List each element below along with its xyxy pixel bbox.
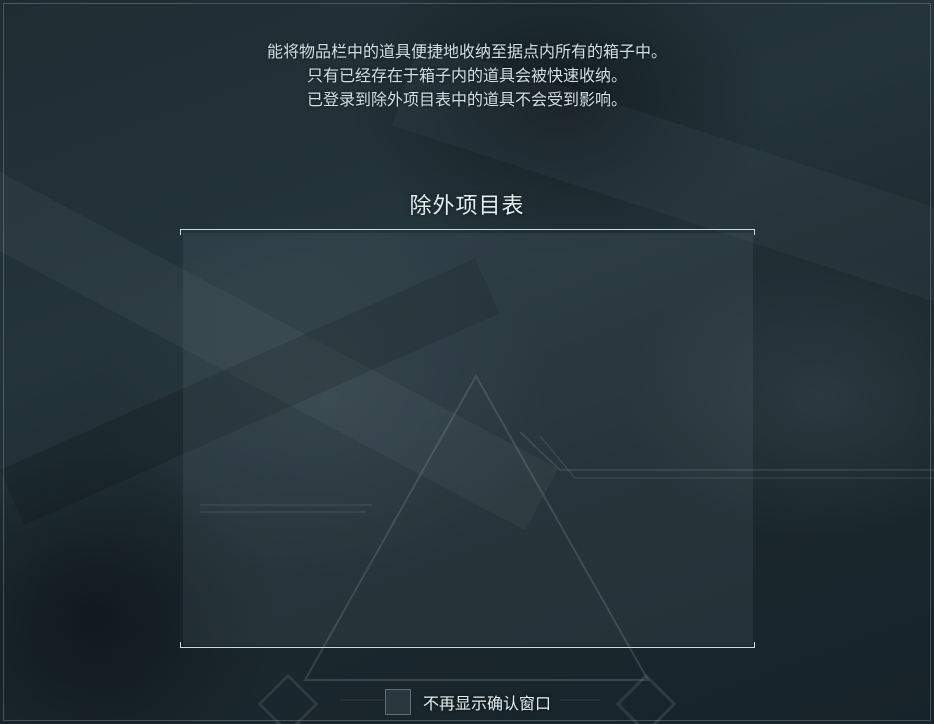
dont-show-again-label[interactable]: 不再显示确认窗口 (423, 690, 551, 714)
panel-bracket-top (180, 229, 755, 235)
description-line-2: 只有已经存在于箱子内的道具会被快速收纳。 (306, 66, 627, 85)
description-line-1: 能将物品栏中的道具便捷地收纳至据点内所有的箱子中。 (266, 42, 667, 61)
exclusion-list-panel[interactable] (183, 233, 753, 646)
description-line-3: 已登录到除外项目表中的道具不会受到影响。 (306, 90, 627, 109)
exclusion-list-title: 除外项目表 (409, 194, 525, 219)
description-text: 能将物品栏中的道具便捷地收纳至据点内所有的箱子中。 只有已经存在于箱子内的道具会… (0, 40, 934, 112)
dont-show-again-row[interactable]: 不再显示确认窗口 (385, 688, 551, 716)
quick-store-dialog: 能将物品栏中的道具便捷地收纳至据点内所有的箱子中。 只有已经存在于箱子内的道具会… (0, 0, 934, 724)
dont-show-again-checkbox[interactable] (385, 689, 411, 715)
panel-bracket-bottom (180, 642, 755, 648)
